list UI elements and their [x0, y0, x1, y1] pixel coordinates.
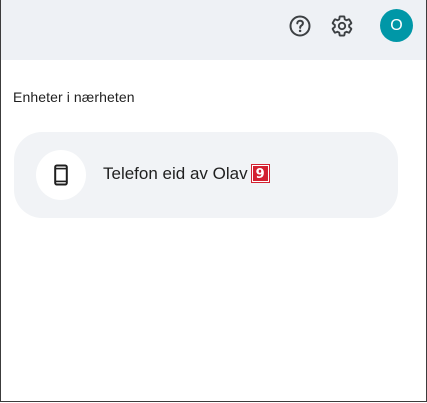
settings-button[interactable]	[326, 10, 358, 42]
app-window: O Enheter i nærheten Telefon eid av Olav…	[0, 0, 427, 402]
number-badge: 9	[250, 164, 270, 183]
help-button[interactable]	[284, 10, 316, 42]
device-label: Telefon eid av Olav 9	[103, 164, 270, 184]
phone-icon	[54, 164, 68, 186]
gear-icon	[331, 15, 353, 37]
device-item-phone[interactable]: Telefon eid av Olav 9	[14, 132, 398, 218]
account-avatar[interactable]: O	[380, 9, 413, 42]
help-circle-icon	[289, 15, 311, 37]
top-bar: O	[1, 0, 426, 60]
avatar-initial: O	[390, 16, 403, 34]
device-name: Telefon eid av Olav	[103, 164, 248, 183]
device-icon-circle	[36, 150, 86, 200]
nearby-devices-heading: Enheter i nærheten	[13, 89, 135, 105]
